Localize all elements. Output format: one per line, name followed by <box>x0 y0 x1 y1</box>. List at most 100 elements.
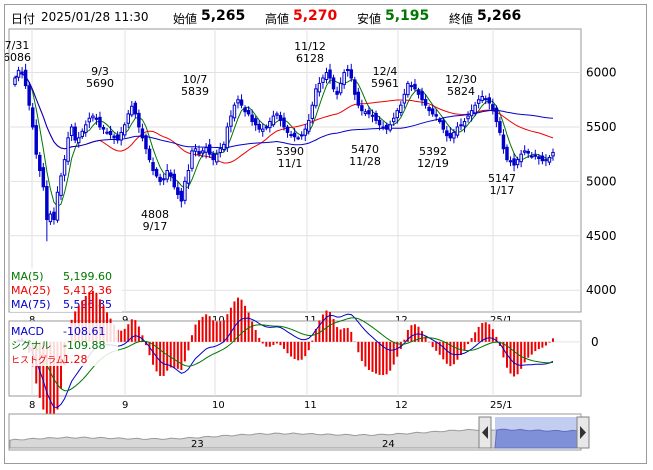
candle-body <box>232 104 237 119</box>
candle-body <box>186 170 191 184</box>
candle-body <box>292 132 297 138</box>
annotation-price: 5470 <box>351 143 379 156</box>
signal-value: -109.88 <box>63 339 105 352</box>
candle-body <box>423 99 428 106</box>
candle-body <box>268 121 272 129</box>
candle-body <box>140 128 145 139</box>
macd-x-tick-label: 12 <box>395 400 408 411</box>
candle-body <box>438 118 442 123</box>
annotation-date: 1/17 <box>490 184 515 197</box>
chart-svg[interactable]: 40004500500055006000 8910111225/1 7/3160… <box>5 5 646 463</box>
price-y-tick-label: 4500 <box>586 229 617 243</box>
candle-body <box>172 173 177 188</box>
macd-x-tick-label: 8 <box>29 400 35 411</box>
candle-body <box>501 134 506 150</box>
candle-body <box>165 170 169 180</box>
candle-body <box>204 147 208 153</box>
candle-body <box>73 126 77 141</box>
candle-body <box>363 111 368 115</box>
candle-body <box>144 135 148 150</box>
candle-body <box>218 148 223 153</box>
candle-body <box>522 150 527 153</box>
candle-body <box>540 155 545 162</box>
annotation-date: 12/19 <box>417 157 449 170</box>
candle-body <box>41 167 46 188</box>
candle-body <box>66 137 70 162</box>
annotation-price: 5392 <box>419 145 447 158</box>
candle-body <box>147 148 152 161</box>
price-y-axis: 4000 4500 5000 5500 6000 <box>586 66 617 298</box>
candle-body <box>342 72 346 85</box>
candle-body <box>547 156 552 163</box>
candle-body <box>310 104 315 119</box>
candle-body <box>282 117 286 128</box>
macd-zero-tick: 0 <box>591 335 599 349</box>
macd-x-tick-label: 25/1 <box>490 400 512 411</box>
macd-x-axis: 8 9 10 11 12 25/1 <box>29 400 512 411</box>
candle-body <box>38 154 42 172</box>
candle-body <box>239 99 244 106</box>
candle-body <box>94 117 99 120</box>
annotation-date: 9/17 <box>143 220 168 233</box>
annotation-date: 11/1 <box>278 157 303 170</box>
candle-body <box>530 155 534 158</box>
navigator-right-handle[interactable] <box>576 416 590 449</box>
macd-x-tick-label: 10 <box>212 400 225 411</box>
candle-body <box>413 83 417 90</box>
candle-body <box>193 148 198 152</box>
candle-body <box>353 79 357 95</box>
candle-body <box>409 85 414 88</box>
candle-body <box>197 151 201 155</box>
candle-body <box>48 213 53 223</box>
annotation-price: 5147 <box>488 172 516 185</box>
candle-body <box>367 110 371 115</box>
candle-body <box>377 119 382 126</box>
candle-body <box>69 126 74 136</box>
candle-body <box>427 106 431 112</box>
candle-body <box>257 123 261 130</box>
candle-body <box>122 124 127 136</box>
candle-body <box>551 151 555 157</box>
candle-body <box>55 191 60 221</box>
price-y-tick-label: 4000 <box>586 283 617 297</box>
candle-body <box>384 124 389 130</box>
annotation-price: 4808 <box>141 208 169 221</box>
candle-body <box>91 115 95 119</box>
candle-body <box>324 72 329 81</box>
candle-body <box>395 110 399 119</box>
ma25-label: MA(25) <box>11 284 51 297</box>
candle-body <box>169 172 173 177</box>
candle-body <box>211 153 215 161</box>
candle-body <box>158 176 162 182</box>
annotation-date: 11/28 <box>349 155 381 168</box>
candle-body <box>27 85 31 106</box>
annotation-price: 5824 <box>447 85 475 98</box>
candle-body <box>484 98 488 101</box>
ma75-value: 5,596.85 <box>63 298 112 311</box>
candle-body <box>105 131 109 134</box>
ma5-value: 5,199.60 <box>63 270 112 283</box>
candle-body <box>473 104 477 114</box>
candle-body <box>515 159 520 166</box>
candle-body <box>20 71 24 74</box>
candle-body <box>34 125 38 155</box>
candle-body <box>98 116 102 128</box>
candle-body <box>250 114 254 123</box>
candle-body <box>296 137 300 140</box>
candle-body <box>335 90 339 95</box>
candle-body <box>119 131 123 141</box>
macd-label: MACD <box>11 325 44 338</box>
annotation-price: 5690 <box>86 77 114 90</box>
candle-body <box>200 150 205 154</box>
candle-body <box>356 91 361 106</box>
candle-body <box>434 114 438 117</box>
navigator-selection-area <box>494 428 578 449</box>
candle-body <box>374 112 378 121</box>
candle-body <box>328 69 332 79</box>
candle-body <box>399 104 403 113</box>
price-y-tick-label: 5500 <box>586 120 617 134</box>
ma75-label: MA(75) <box>11 298 51 311</box>
candle-body <box>459 124 463 127</box>
candle-body <box>406 82 410 96</box>
navigator-left-handle[interactable] <box>478 416 492 449</box>
